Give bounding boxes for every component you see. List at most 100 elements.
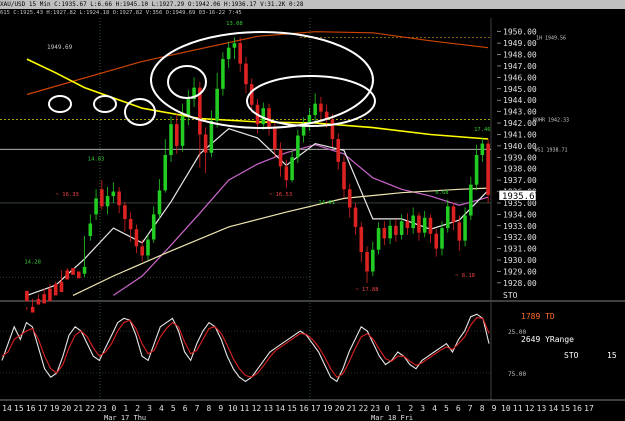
candle-body	[186, 99, 191, 117]
x-tick-label: 2	[135, 404, 140, 413]
candle-body	[25, 290, 29, 302]
price-tick-label: 1937.00	[503, 176, 537, 185]
candle-body	[71, 268, 75, 275]
x-tick-label: 2	[408, 404, 413, 413]
candle-body	[117, 191, 121, 206]
candle-body	[76, 271, 81, 279]
candle-body	[486, 143, 490, 195]
x-tick-label: 16	[26, 404, 36, 413]
price-tick-label: 1944.00	[503, 96, 537, 105]
x-tick-label: 14	[549, 404, 559, 413]
candle-body	[65, 270, 70, 280]
candle-body	[399, 221, 404, 235]
price-value-label: ~ 8.18	[455, 273, 475, 279]
price-value-label: 13.08	[226, 21, 243, 27]
x-tick-label: 6	[183, 404, 188, 413]
candle-body	[163, 155, 168, 191]
price-tick-label: 1934.00	[503, 210, 537, 219]
candle-body	[232, 43, 237, 48]
x-tick-label: 5	[444, 404, 449, 413]
x-tick-label: 4	[159, 404, 164, 413]
x-tick-label: 7	[195, 404, 200, 413]
candle-body	[296, 135, 300, 158]
x-tick-label: 8	[207, 404, 212, 413]
level-label: 1H 1949.56	[536, 35, 566, 41]
x-tick-label: 8	[480, 404, 485, 413]
price-tick-label: 1945.00	[503, 85, 537, 94]
candle-body	[238, 43, 242, 64]
chart-canvas[interactable]: 1950.00 1949.00 1948.00 1947.00 1946.00 1945.…	[0, 0, 625, 421]
level-label: BOHR 1942.33	[533, 118, 569, 124]
candle-body	[100, 189, 104, 207]
candle-body	[353, 207, 358, 227]
x-tick-label: 12	[252, 404, 262, 413]
candle-body	[30, 306, 35, 313]
price-tick-label: 1950.00	[503, 28, 537, 37]
x-tick-label: 21	[73, 404, 83, 413]
candle-body	[244, 63, 248, 85]
candle-body	[111, 191, 116, 197]
x-tick-label: 12	[525, 404, 535, 413]
price-tick-label: 1941.00	[503, 130, 537, 139]
x-tick-label: 10	[228, 404, 238, 413]
candle-body	[474, 155, 479, 185]
candle-body	[203, 134, 208, 153]
x-tick-label: 9	[218, 404, 223, 413]
candle-body	[134, 229, 139, 247]
candle-body	[221, 59, 225, 89]
candle-body	[180, 116, 185, 146]
x-tick-label: 13	[263, 404, 273, 413]
candle-body	[480, 143, 485, 156]
oscillator-value: 15	[607, 351, 617, 360]
candle-body	[53, 284, 58, 296]
x-tick-label: 13	[537, 404, 547, 413]
price-tick-label: 1947.00	[503, 62, 537, 71]
candle-body	[273, 128, 277, 150]
candle-body	[88, 223, 93, 237]
candle-body	[59, 281, 64, 293]
price-tick-label: 1943.00	[503, 108, 537, 117]
candle-body	[169, 124, 173, 156]
x-tick-label: 14	[275, 404, 285, 413]
x-tick-label: 14	[2, 404, 12, 413]
x-tick-label: 23	[97, 404, 107, 413]
candle-body	[123, 205, 127, 219]
candle-body	[371, 249, 375, 272]
price-tick-label: 1929.00	[503, 267, 537, 276]
price-value-label: ~ 16.33	[56, 192, 79, 198]
x-tick-label: 9	[492, 404, 497, 413]
price-tick-label: 1948.00	[503, 51, 537, 60]
x-tick-label: 5	[171, 404, 176, 413]
x-tick-label: 19	[50, 404, 60, 413]
candle-body	[457, 222, 462, 241]
price-tick-label: 1949.00	[503, 39, 537, 48]
candle-body	[382, 228, 387, 239]
candle-body	[405, 221, 410, 229]
price-tick-label: 1931.00	[503, 245, 537, 254]
price-note-label: 1949.69	[47, 44, 73, 51]
candle-body	[342, 161, 346, 190]
x-tick-label: 22	[359, 404, 369, 413]
x-tick-label: 7	[468, 404, 473, 413]
candle-body	[347, 189, 352, 208]
x-tick-label: 0	[385, 404, 390, 413]
candle-body	[209, 120, 214, 153]
candle-body	[445, 206, 450, 229]
price-value-label: ~ 16.53	[269, 192, 292, 198]
candle-body	[151, 214, 156, 240]
candle-body	[313, 103, 317, 116]
x-tick-label: 6	[456, 404, 461, 413]
candle-body	[140, 246, 144, 256]
candle-body	[388, 225, 392, 239]
price-tick-label: 1939.00	[503, 153, 537, 162]
candle-body	[215, 88, 219, 121]
candle-body	[417, 215, 421, 233]
candle-body	[94, 198, 98, 215]
candle-body	[411, 215, 415, 229]
price-tick-label: 1932.00	[503, 233, 537, 242]
candle-body	[319, 103, 323, 112]
x-tick-label: 16	[572, 404, 582, 413]
last-price-label: 1935.67	[502, 192, 540, 202]
candle-body	[336, 139, 341, 162]
chart-window: XAU/USD 15 Min C:1935.67 L:6.66 H:1945.1…	[0, 0, 625, 421]
